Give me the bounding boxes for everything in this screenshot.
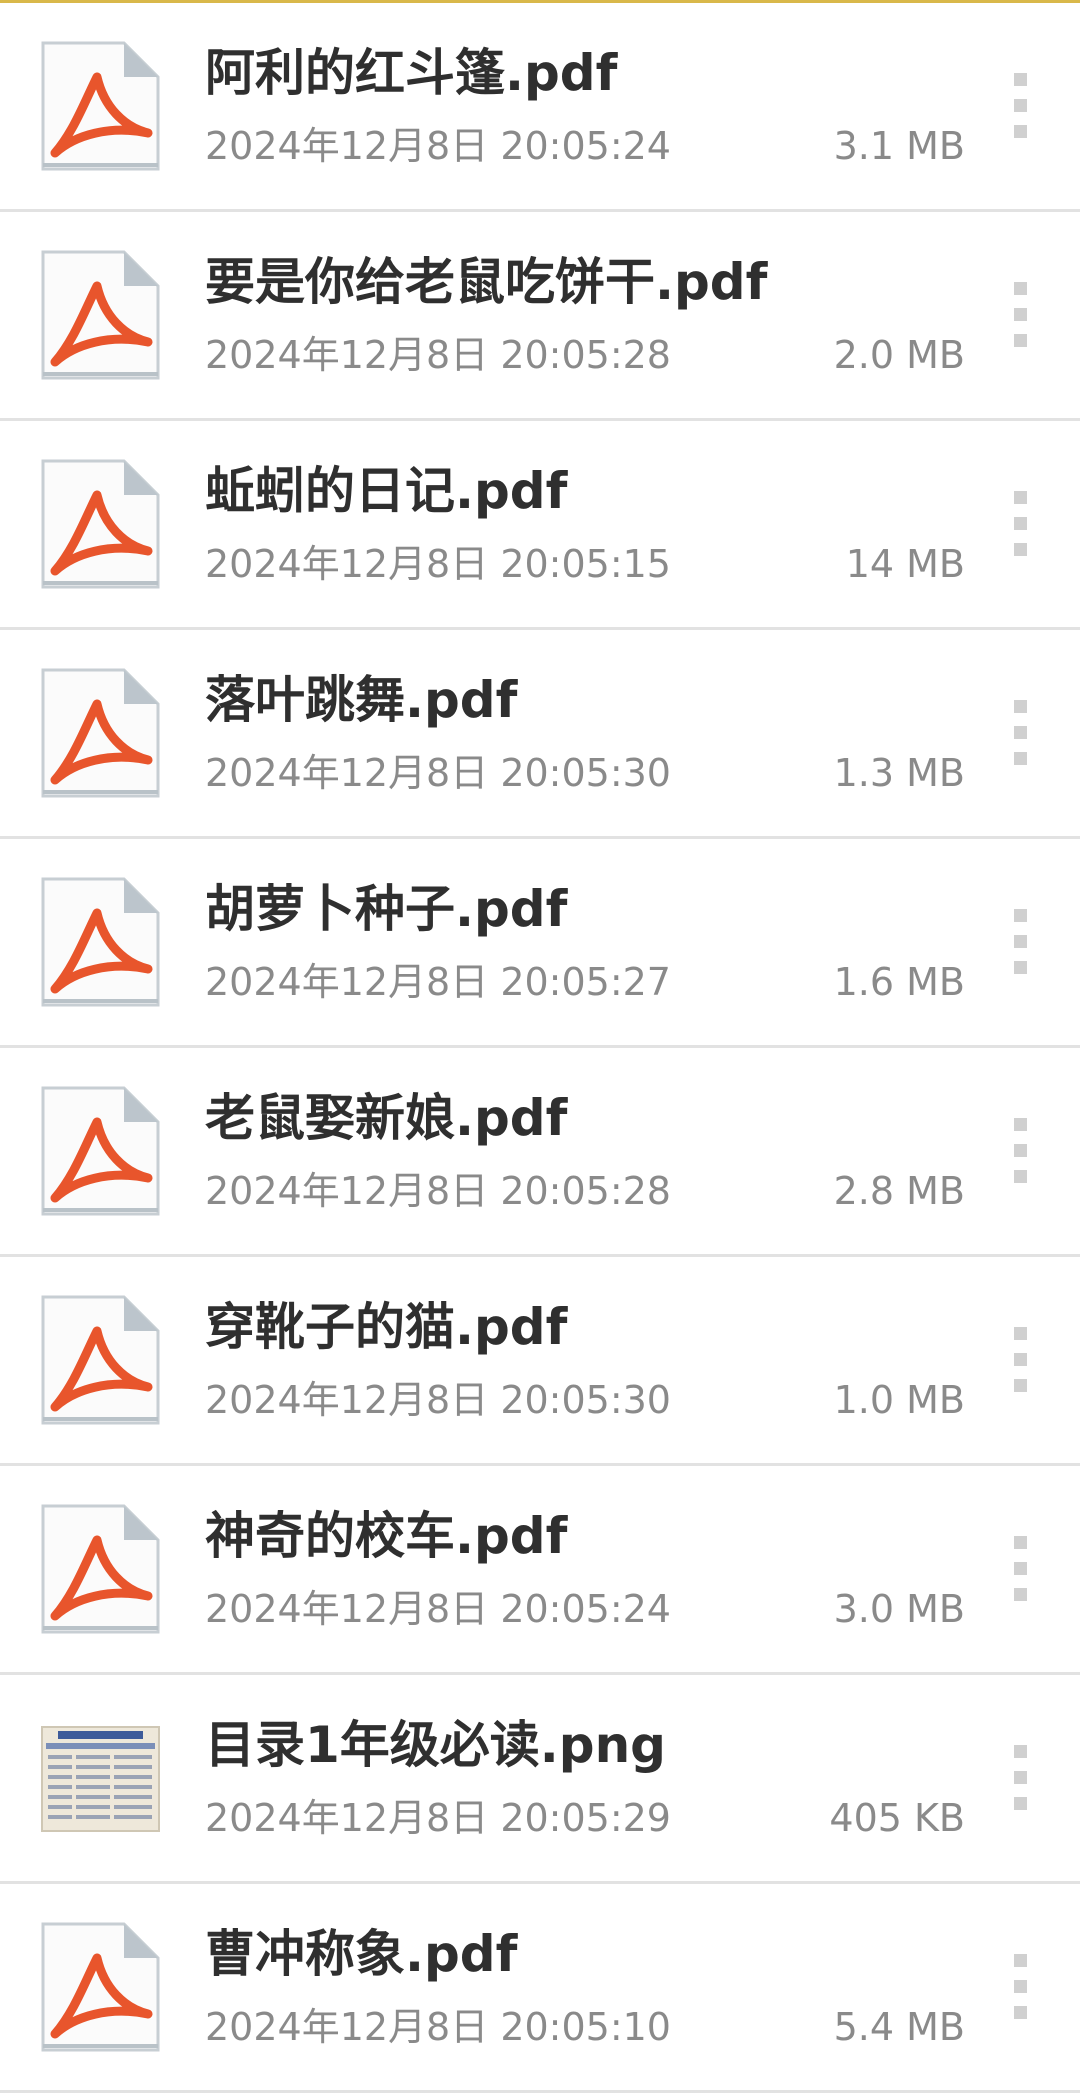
file-date: 2024年12月8日 20:05:24 <box>205 124 671 168</box>
pdf-icon <box>40 1295 161 1426</box>
file-name: 落叶跳舞.pdf <box>205 671 518 729</box>
pdf-icon <box>40 1086 161 1217</box>
file-size: 1.0 MB <box>833 1378 965 1422</box>
pdf-icon <box>40 459 161 590</box>
file-size: 14 MB <box>845 542 965 586</box>
file-name: 老鼠娶新娘.pdf <box>205 1089 568 1147</box>
file-date: 2024年12月8日 20:05:10 <box>205 2005 671 2049</box>
file-size: 1.3 MB <box>833 751 965 795</box>
file-list: 阿利的红斗篷.pdf 2024年12月8日 20:05:24 3.1 MB 要是… <box>0 0 1080 2093</box>
file-row[interactable]: 老鼠娶新娘.pdf 2024年12月8日 20:05:28 2.8 MB <box>0 1048 1080 1257</box>
pdf-icon <box>40 668 161 799</box>
pdf-icon <box>40 1504 161 1635</box>
file-size: 405 KB <box>829 1796 965 1840</box>
file-row[interactable]: 神奇的校车.pdf 2024年12月8日 20:05:24 3.0 MB <box>0 1466 1080 1675</box>
pdf-icon <box>40 1922 161 2053</box>
file-name: 穿靴子的猫.pdf <box>205 1298 568 1356</box>
more-options-icon[interactable] <box>1008 700 1032 770</box>
file-date: 2024年12月8日 20:05:28 <box>205 1169 671 1213</box>
more-options-icon[interactable] <box>1008 282 1032 352</box>
more-options-icon[interactable] <box>1008 1327 1032 1397</box>
file-size: 3.1 MB <box>833 124 965 168</box>
file-row[interactable]: 蚯蚓的日记.pdf 2024年12月8日 20:05:15 14 MB <box>0 421 1080 630</box>
file-name: 蚯蚓的日记.pdf <box>205 462 568 520</box>
more-options-icon[interactable] <box>1008 1745 1032 1815</box>
file-row[interactable]: 穿靴子的猫.pdf 2024年12月8日 20:05:30 1.0 MB <box>0 1257 1080 1466</box>
file-size: 2.0 MB <box>833 333 965 377</box>
file-name: 要是你给老鼠吃饼干.pdf <box>205 253 768 311</box>
file-date: 2024年12月8日 20:05:15 <box>205 542 671 586</box>
pdf-icon <box>40 41 161 172</box>
file-name: 胡萝卜种子.pdf <box>205 880 568 938</box>
file-size: 3.0 MB <box>833 1587 965 1631</box>
file-row[interactable]: 胡萝卜种子.pdf 2024年12月8日 20:05:27 1.6 MB <box>0 839 1080 1048</box>
file-size: 2.8 MB <box>833 1169 965 1213</box>
file-date: 2024年12月8日 20:05:24 <box>205 1587 671 1631</box>
file-name: 目录1年级必读.png <box>205 1716 666 1774</box>
file-name: 阿利的红斗篷.pdf <box>205 44 618 102</box>
file-row[interactable]: 要是你给老鼠吃饼干.pdf 2024年12月8日 20:05:28 2.0 MB <box>0 212 1080 421</box>
image-thumbnail <box>40 1713 161 1844</box>
more-options-icon[interactable] <box>1008 1118 1032 1188</box>
file-row[interactable]: 曹冲称象.pdf 2024年12月8日 20:05:10 5.4 MB <box>0 1884 1080 2093</box>
file-name: 神奇的校车.pdf <box>205 1507 568 1565</box>
file-date: 2024年12月8日 20:05:30 <box>205 1378 671 1422</box>
file-size: 5.4 MB <box>833 2005 965 2049</box>
pdf-icon <box>40 877 161 1008</box>
file-name: 曹冲称象.pdf <box>205 1925 518 1983</box>
more-options-icon[interactable] <box>1008 1536 1032 1606</box>
file-row[interactable]: 目录1年级必读.png 2024年12月8日 20:05:29 405 KB <box>0 1675 1080 1884</box>
more-options-icon[interactable] <box>1008 909 1032 979</box>
more-options-icon[interactable] <box>1008 73 1032 143</box>
file-date: 2024年12月8日 20:05:29 <box>205 1796 671 1840</box>
file-date: 2024年12月8日 20:05:28 <box>205 333 671 377</box>
file-date: 2024年12月8日 20:05:30 <box>205 751 671 795</box>
pdf-icon <box>40 250 161 381</box>
more-options-icon[interactable] <box>1008 1954 1032 2024</box>
file-row[interactable]: 阿利的红斗篷.pdf 2024年12月8日 20:05:24 3.1 MB <box>0 3 1080 212</box>
file-date: 2024年12月8日 20:05:27 <box>205 960 671 1004</box>
file-size: 1.6 MB <box>833 960 965 1004</box>
file-row[interactable]: 落叶跳舞.pdf 2024年12月8日 20:05:30 1.3 MB <box>0 630 1080 839</box>
more-options-icon[interactable] <box>1008 491 1032 561</box>
